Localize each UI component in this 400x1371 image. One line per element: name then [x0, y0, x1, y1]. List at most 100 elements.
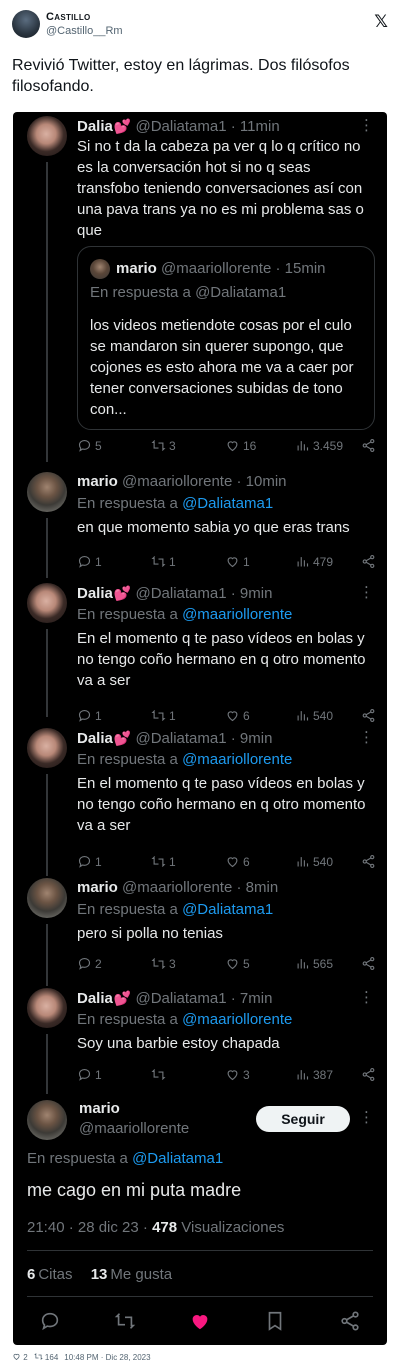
likes-stat[interactable]: 13 Me gusta — [91, 1266, 172, 1283]
quoted-tweet[interactable]: mario @maariollorente · 15min En respues… — [77, 246, 375, 430]
retweet-button[interactable] — [151, 1067, 169, 1082]
handle[interactable]: @maariollorente — [79, 1120, 189, 1137]
retweet-button[interactable]: 3 — [151, 956, 176, 971]
retweet-icon — [33, 1353, 43, 1360]
reply-button[interactable]: 2 — [77, 956, 102, 971]
display-name[interactable]: mario — [77, 879, 118, 896]
timestamp[interactable]: 9min — [240, 730, 273, 747]
mention-link[interactable]: @maariollorente — [182, 1011, 292, 1028]
like-button[interactable]: 16 — [225, 438, 256, 453]
mention-link[interactable]: @Daliatama1 — [182, 901, 273, 918]
thread-connector — [46, 1034, 48, 1094]
share-button[interactable] — [339, 1310, 361, 1332]
like-icon — [227, 1070, 238, 1081]
handle[interactable]: @Daliatama1 — [135, 118, 226, 135]
reply-button[interactable] — [39, 1310, 61, 1332]
reply-button[interactable]: 1 — [77, 554, 102, 569]
timestamp[interactable]: 8min — [246, 879, 279, 896]
more-icon[interactable]: ⋮ — [359, 583, 374, 601]
retweet-button[interactable]: 1 — [151, 708, 176, 723]
share-button[interactable] — [361, 956, 376, 971]
reply-icon — [78, 709, 91, 722]
share-icon — [362, 855, 375, 868]
share-button[interactable] — [361, 438, 376, 453]
views-button[interactable]: 540 — [295, 708, 333, 723]
reply-button[interactable]: 1 — [77, 708, 102, 723]
avatar[interactable] — [12, 10, 40, 38]
outer-tweet-header: Castillo @Castillo__Rm 𝕏 — [12, 10, 388, 44]
reply-prefix: En respuesta a — [77, 751, 178, 768]
author-handle[interactable]: @Castillo__Rm — [46, 25, 123, 37]
thread-connector — [46, 162, 48, 462]
views-button[interactable]: 3.459 — [295, 438, 343, 453]
views-button[interactable]: 387 — [295, 1067, 333, 1082]
more-icon[interactable]: ⋮ — [359, 988, 374, 1006]
timestamp: 15min — [284, 260, 326, 277]
retweets-stat[interactable]: 164 — [33, 1352, 58, 1362]
like-button[interactable]: 3 — [225, 1067, 250, 1082]
share-button[interactable] — [361, 708, 376, 723]
share-button[interactable] — [361, 554, 376, 569]
handle[interactable]: @Daliatama1 — [135, 730, 226, 747]
display-name[interactable]: Dalia — [77, 118, 113, 135]
reply-button[interactable]: 1 — [77, 1067, 102, 1082]
post-datetime[interactable]: 10:48 PM · Dic 28, 2023 — [64, 1353, 150, 1362]
more-icon[interactable]: ⋮ — [359, 728, 374, 746]
share-button[interactable] — [361, 1067, 376, 1082]
avatar[interactable] — [27, 116, 67, 156]
views-button[interactable]: 479 — [295, 554, 333, 569]
like-button[interactable]: 6 — [225, 854, 250, 869]
dot-separator: · — [230, 585, 236, 602]
views-button[interactable]: 565 — [295, 956, 333, 971]
reply-button[interactable]: 5 — [77, 438, 102, 453]
timestamp[interactable]: 21:40 · 28 dic 23 · — [27, 1219, 148, 1236]
timestamp[interactable]: 7min — [240, 990, 273, 1007]
mention-link[interactable]: @Daliatama1 — [182, 495, 273, 512]
reply-button[interactable]: 1 — [77, 854, 102, 869]
timestamp[interactable]: 10min — [246, 473, 287, 490]
like-button[interactable]: 1 — [225, 554, 250, 569]
quotes-stat[interactable]: 6 Citas — [27, 1266, 73, 1283]
timestamp[interactable]: 11min — [240, 118, 280, 135]
avatar[interactable] — [27, 988, 67, 1028]
like-button[interactable]: 5 — [225, 956, 250, 971]
more-icon[interactable]: ⋮ — [359, 1108, 374, 1126]
follow-button[interactable]: Seguir — [256, 1106, 350, 1132]
retweet-button[interactable]: 3 — [151, 438, 176, 453]
display-name[interactable]: Dalia — [77, 730, 113, 747]
reply-context: En respuesta a @maariollorente — [77, 605, 292, 625]
mention-link[interactable]: @maariollorente — [182, 606, 292, 623]
retweet-button[interactable]: 1 — [151, 854, 176, 869]
avatar[interactable] — [27, 472, 67, 512]
views-count: 540 — [313, 854, 334, 869]
like-button[interactable]: 6 — [225, 708, 250, 723]
mention-link[interactable]: @maariollorente — [182, 751, 292, 768]
avatar[interactable] — [27, 583, 67, 623]
action-bar: 1 1 1 479 — [77, 554, 376, 572]
retweet-button[interactable] — [114, 1310, 136, 1332]
retweet-button[interactable]: 1 — [151, 554, 176, 569]
author-name[interactable]: Castillo — [46, 11, 91, 23]
display-name[interactable]: Dalia — [77, 990, 113, 1007]
dot-separator: · — [230, 990, 236, 1007]
like-icon — [13, 1353, 20, 1360]
avatar[interactable] — [27, 1100, 67, 1140]
bookmark-button[interactable] — [264, 1310, 286, 1332]
like-button[interactable] — [189, 1310, 211, 1332]
display-name[interactable]: Dalia — [77, 585, 113, 602]
handle[interactable]: @maariollorente — [122, 473, 232, 490]
mention-link[interactable]: @Daliatama1 — [132, 1150, 223, 1167]
avatar[interactable] — [27, 728, 67, 768]
likes-stat[interactable]: 2 — [12, 1352, 28, 1362]
timestamp[interactable]: 9min — [240, 585, 273, 602]
handle[interactable]: @Daliatama1 — [135, 585, 226, 602]
handle[interactable]: @maariollorente — [122, 879, 232, 896]
avatar[interactable] — [27, 878, 67, 918]
display-name[interactable]: mario — [79, 1100, 120, 1117]
handle[interactable]: @Daliatama1 — [135, 990, 226, 1007]
views-button[interactable]: 540 — [295, 854, 333, 869]
more-icon[interactable]: ⋮ — [359, 116, 374, 134]
share-button[interactable] — [361, 854, 376, 869]
display-name[interactable]: mario — [77, 473, 118, 490]
retweet-icon — [151, 440, 166, 451]
